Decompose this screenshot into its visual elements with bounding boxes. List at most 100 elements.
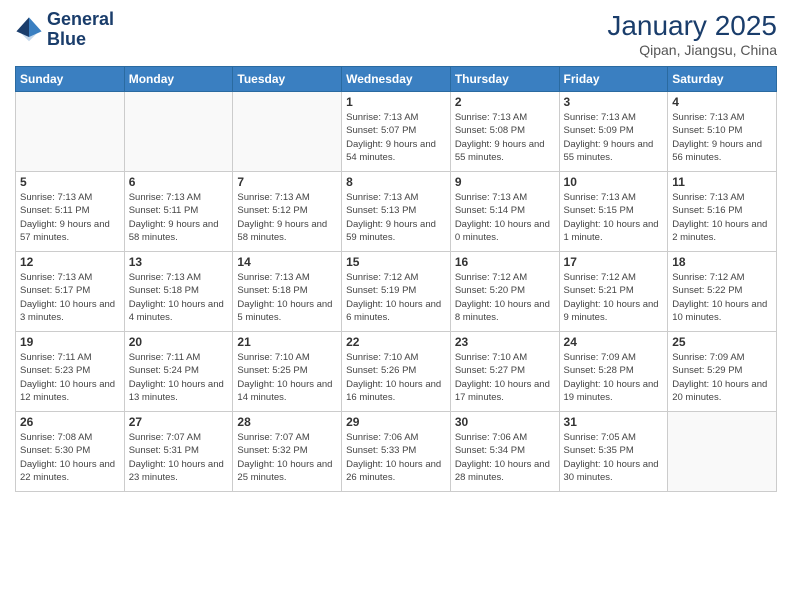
day-number: 13 <box>129 255 229 269</box>
calendar-cell: 27 Sunrise: 7:07 AM Sunset: 5:31 PM Dayli… <box>124 412 233 492</box>
calendar-week-0: 1Sunrise: 7:13 AM Sunset: 5:07 PM Daylig… <box>16 92 777 172</box>
weekday-header-row: Sunday Monday Tuesday Wednesday Thursday… <box>16 67 777 92</box>
calendar-week-2: 12Sunrise: 7:13 AM Sunset: 5:17 PM Dayli… <box>16 252 777 332</box>
day-info: Sunrise: 7:08 AM Sunset: 5:30 PM Dayligh… <box>20 431 120 484</box>
title-block: January 2025 Qipan, Jiangsu, China <box>607 10 777 58</box>
day-info: Sunrise: 7:13 AM Sunset: 5:18 PM Dayligh… <box>237 271 337 324</box>
day-number: 19 <box>20 335 120 349</box>
calendar-cell: 12Sunrise: 7:13 AM Sunset: 5:17 PM Dayli… <box>16 252 125 332</box>
day-number: 5 <box>20 175 120 189</box>
day-info: Sunrise: 7:13 AM Sunset: 5:18 PM Dayligh… <box>129 271 229 324</box>
header-monday: Monday <box>124 67 233 92</box>
logo: General Blue <box>15 10 114 50</box>
day-info: Sunrise: 7:13 AM Sunset: 5:07 PM Dayligh… <box>346 111 446 164</box>
day-number: 7 <box>237 175 337 189</box>
day-info: Sunrise: 7:07 AM Sunset: 5:31 PM Dayligh… <box>129 431 229 484</box>
header-saturday: Saturday <box>668 67 777 92</box>
day-number: 27 <box>129 415 229 429</box>
logo-icon <box>15 16 43 44</box>
day-number: 14 <box>237 255 337 269</box>
calendar-cell: 9 Sunrise: 7:13 AM Sunset: 5:14 PM Daylig… <box>450 172 559 252</box>
day-info: Sunrise: 7:13 AM Sunset: 5:09 PM Dayligh… <box>564 111 664 164</box>
calendar-cell <box>124 92 233 172</box>
page: General Blue January 2025 Qipan, Jiangsu… <box>0 0 792 612</box>
calendar-body: 1Sunrise: 7:13 AM Sunset: 5:07 PM Daylig… <box>16 92 777 492</box>
calendar-cell: 24 Sunrise: 7:09 AM Sunset: 5:28 PM Dayli… <box>559 332 668 412</box>
day-number: 9 <box>455 175 555 189</box>
logo-text: General Blue <box>47 10 114 50</box>
day-number: 2 <box>455 95 555 109</box>
calendar-cell <box>16 92 125 172</box>
day-info: Sunrise: 7:07 AM Sunset: 5:32 PM Dayligh… <box>237 431 337 484</box>
day-number: 18 <box>672 255 772 269</box>
calendar: Sunday Monday Tuesday Wednesday Thursday… <box>15 66 777 492</box>
day-info: Sunrise: 7:06 AM Sunset: 5:33 PM Dayligh… <box>346 431 446 484</box>
day-info: Sunrise: 7:09 AM Sunset: 5:28 PM Dayligh… <box>564 351 664 404</box>
calendar-cell: 14 Sunrise: 7:13 AM Sunset: 5:18 PM Dayli… <box>233 252 342 332</box>
calendar-week-3: 19 Sunrise: 7:11 AM Sunset: 5:23 PM Dayli… <box>16 332 777 412</box>
header: General Blue January 2025 Qipan, Jiangsu… <box>15 10 777 58</box>
day-info: Sunrise: 7:10 AM Sunset: 5:25 PM Dayligh… <box>237 351 337 404</box>
day-info: Sunrise: 7:13 AM Sunset: 5:11 PM Dayligh… <box>20 191 120 244</box>
calendar-cell: 2 Sunrise: 7:13 AM Sunset: 5:08 PM Daylig… <box>450 92 559 172</box>
day-info: Sunrise: 7:11 AM Sunset: 5:24 PM Dayligh… <box>129 351 229 404</box>
day-info: Sunrise: 7:13 AM Sunset: 5:12 PM Dayligh… <box>237 191 337 244</box>
calendar-cell: 7 Sunrise: 7:13 AM Sunset: 5:12 PM Daylig… <box>233 172 342 252</box>
day-info: Sunrise: 7:13 AM Sunset: 5:17 PM Dayligh… <box>20 271 120 324</box>
calendar-cell: 16Sunrise: 7:12 AM Sunset: 5:20 PM Dayli… <box>450 252 559 332</box>
day-number: 8 <box>346 175 446 189</box>
day-info: Sunrise: 7:09 AM Sunset: 5:29 PM Dayligh… <box>672 351 772 404</box>
calendar-cell: 1Sunrise: 7:13 AM Sunset: 5:07 PM Daylig… <box>342 92 451 172</box>
day-info: Sunrise: 7:12 AM Sunset: 5:19 PM Dayligh… <box>346 271 446 324</box>
logo-line2: Blue <box>47 30 114 50</box>
day-number: 29 <box>346 415 446 429</box>
calendar-cell: 15 Sunrise: 7:12 AM Sunset: 5:19 PM Dayli… <box>342 252 451 332</box>
calendar-cell: 20Sunrise: 7:11 AM Sunset: 5:24 PM Dayli… <box>124 332 233 412</box>
day-number: 23 <box>455 335 555 349</box>
day-number: 30 <box>455 415 555 429</box>
calendar-cell: 26Sunrise: 7:08 AM Sunset: 5:30 PM Dayli… <box>16 412 125 492</box>
day-info: Sunrise: 7:13 AM Sunset: 5:08 PM Dayligh… <box>455 111 555 164</box>
day-info: Sunrise: 7:12 AM Sunset: 5:22 PM Dayligh… <box>672 271 772 324</box>
calendar-cell: 19 Sunrise: 7:11 AM Sunset: 5:23 PM Dayli… <box>16 332 125 412</box>
day-info: Sunrise: 7:06 AM Sunset: 5:34 PM Dayligh… <box>455 431 555 484</box>
day-number: 17 <box>564 255 664 269</box>
calendar-cell: 6Sunrise: 7:13 AM Sunset: 5:11 PM Daylig… <box>124 172 233 252</box>
calendar-cell: 13 Sunrise: 7:13 AM Sunset: 5:18 PM Dayli… <box>124 252 233 332</box>
day-info: Sunrise: 7:13 AM Sunset: 5:14 PM Dayligh… <box>455 191 555 244</box>
day-number: 21 <box>237 335 337 349</box>
day-info: Sunrise: 7:11 AM Sunset: 5:23 PM Dayligh… <box>20 351 120 404</box>
day-number: 24 <box>564 335 664 349</box>
calendar-cell: 8Sunrise: 7:13 AM Sunset: 5:13 PM Daylig… <box>342 172 451 252</box>
day-info: Sunrise: 7:10 AM Sunset: 5:26 PM Dayligh… <box>346 351 446 404</box>
calendar-week-1: 5 Sunrise: 7:13 AM Sunset: 5:11 PM Daylig… <box>16 172 777 252</box>
calendar-cell: 10Sunrise: 7:13 AM Sunset: 5:15 PM Dayli… <box>559 172 668 252</box>
calendar-cell: 28 Sunrise: 7:07 AM Sunset: 5:32 PM Dayli… <box>233 412 342 492</box>
calendar-cell: 3 Sunrise: 7:13 AM Sunset: 5:09 PM Daylig… <box>559 92 668 172</box>
calendar-cell: 23 Sunrise: 7:10 AM Sunset: 5:27 PM Dayli… <box>450 332 559 412</box>
month-title: January 2025 <box>607 10 777 42</box>
header-sunday: Sunday <box>16 67 125 92</box>
calendar-cell: 11Sunrise: 7:13 AM Sunset: 5:16 PM Dayli… <box>668 172 777 252</box>
calendar-cell: 18 Sunrise: 7:12 AM Sunset: 5:22 PM Dayli… <box>668 252 777 332</box>
day-info: Sunrise: 7:13 AM Sunset: 5:15 PM Dayligh… <box>564 191 664 244</box>
day-number: 28 <box>237 415 337 429</box>
day-info: Sunrise: 7:13 AM Sunset: 5:16 PM Dayligh… <box>672 191 772 244</box>
day-number: 3 <box>564 95 664 109</box>
day-number: 31 <box>564 415 664 429</box>
day-info: Sunrise: 7:12 AM Sunset: 5:21 PM Dayligh… <box>564 271 664 324</box>
day-number: 15 <box>346 255 446 269</box>
calendar-cell: 4Sunrise: 7:13 AM Sunset: 5:10 PM Daylig… <box>668 92 777 172</box>
header-tuesday: Tuesday <box>233 67 342 92</box>
header-wednesday: Wednesday <box>342 67 451 92</box>
calendar-cell <box>233 92 342 172</box>
day-info: Sunrise: 7:10 AM Sunset: 5:27 PM Dayligh… <box>455 351 555 404</box>
calendar-cell: 29 Sunrise: 7:06 AM Sunset: 5:33 PM Dayli… <box>342 412 451 492</box>
day-number: 4 <box>672 95 772 109</box>
day-info: Sunrise: 7:13 AM Sunset: 5:11 PM Dayligh… <box>129 191 229 244</box>
calendar-cell: 5 Sunrise: 7:13 AM Sunset: 5:11 PM Daylig… <box>16 172 125 252</box>
calendar-cell: 31Sunrise: 7:05 AM Sunset: 5:35 PM Dayli… <box>559 412 668 492</box>
calendar-cell: 22Sunrise: 7:10 AM Sunset: 5:26 PM Dayli… <box>342 332 451 412</box>
calendar-cell: 30 Sunrise: 7:06 AM Sunset: 5:34 PM Dayli… <box>450 412 559 492</box>
logo-line1: General <box>47 10 114 30</box>
